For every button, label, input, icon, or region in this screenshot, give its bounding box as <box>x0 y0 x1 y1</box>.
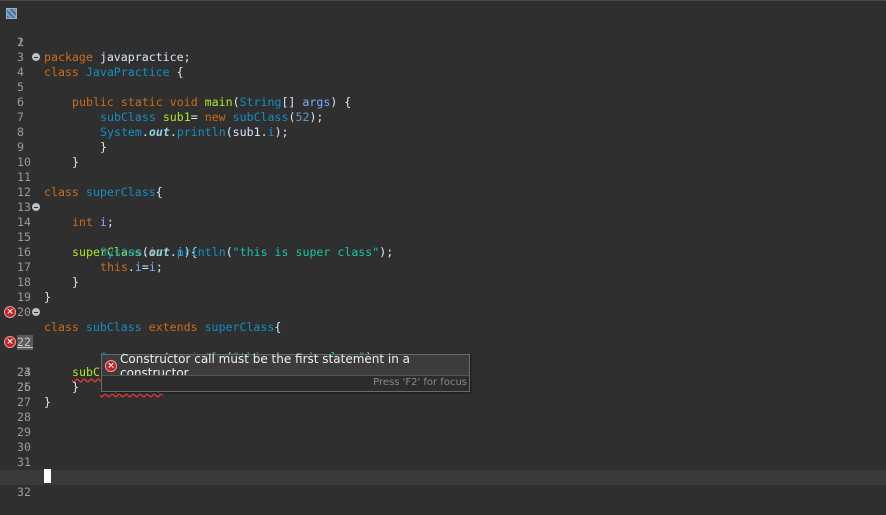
code-line-19[interactable]: 19 <box>0 275 886 304</box>
code-line-22[interactable]: 22 System.out.println("this is sub class… <box>0 320 886 364</box>
line-number: 32 <box>17 485 31 499</box>
line-number: 28 <box>17 410 31 424</box>
code-line-14[interactable]: 14 superClass(int i){ <box>0 200 886 259</box>
code-line-2[interactable]: 2 <box>0 20 886 49</box>
code-line-1[interactable]: 1 package javapractice; <box>0 5 886 64</box>
line-marker <box>17 347 33 348</box>
code-line-21[interactable]: × 21 subClass(int i){ <box>0 305 886 379</box>
code-line-10[interactable]: 10 <box>0 140 886 169</box>
error-icon: × <box>105 359 117 372</box>
line-number: 29 <box>17 425 31 439</box>
tooltip-footer: Press 'F2' for focus <box>102 375 469 391</box>
code-line-12[interactable]: 12 <box>0 170 886 199</box>
code-line-7[interactable]: 7 System.out.println(sub1.i); <box>0 95 886 139</box>
fold-collapse-icon[interactable] <box>32 53 40 61</box>
code-line-20[interactable]: 20 class subClass extends superClass{ <box>0 290 886 334</box>
code-line-31[interactable]: 31 <box>0 455 886 470</box>
code-line-16[interactable]: 16 this.i=i; <box>0 230 886 274</box>
code-line-11[interactable]: 11 class superClass{ <box>0 155 886 199</box>
code-line-29[interactable]: 29 <box>0 425 886 440</box>
code-line-32[interactable]: 32 <box>0 470 886 499</box>
code-line-3[interactable]: 3 class JavaPractice { <box>0 35 886 79</box>
code-line-15[interactable]: 15 System.out.println("this is super cla… <box>0 215 886 259</box>
code-line-28[interactable]: 28 <box>0 410 886 425</box>
line-number: 27 <box>17 395 31 409</box>
error-marker-icon[interactable]: × <box>4 336 16 348</box>
code-line-6[interactable]: 6 subClass sub1= new subClass(52); <box>0 80 886 124</box>
line-number: 31 <box>17 455 31 469</box>
code-line-17[interactable]: 17 } <box>0 245 886 289</box>
text-cursor <box>44 469 51 483</box>
code-line-27[interactable]: 27 <box>0 395 886 410</box>
error-marker-icon[interactable]: × <box>4 306 16 318</box>
error-hover-tooltip[interactable]: × Constructor call must be the first sta… <box>101 352 470 392</box>
fold-collapse-icon[interactable] <box>32 308 40 316</box>
code-line-23[interactable]: × 23 super(i); <box>0 335 886 394</box>
code-editor[interactable]: 1 package javapractice; 2 3 class JavaPr… <box>0 0 886 499</box>
line-number: 26 <box>17 380 31 394</box>
code-line-8[interactable]: 8 } <box>0 110 886 154</box>
code-line-13[interactable]: 13 int i; <box>0 185 886 229</box>
bookmark-marker-icon <box>6 8 17 19</box>
code-line-5[interactable]: 5 <box>0 65 886 94</box>
code-line-18[interactable]: 18 } <box>0 260 886 304</box>
fold-collapse-icon[interactable] <box>32 203 40 211</box>
line-number: 30 <box>17 440 31 454</box>
tooltip-message-row: × Constructor call must be the first sta… <box>105 352 469 380</box>
code-line-4[interactable]: 4 public static void main(String[] args)… <box>0 50 886 109</box>
code-line-9[interactable]: 9 } <box>0 125 886 169</box>
code-line-30[interactable]: 30 <box>0 440 886 455</box>
